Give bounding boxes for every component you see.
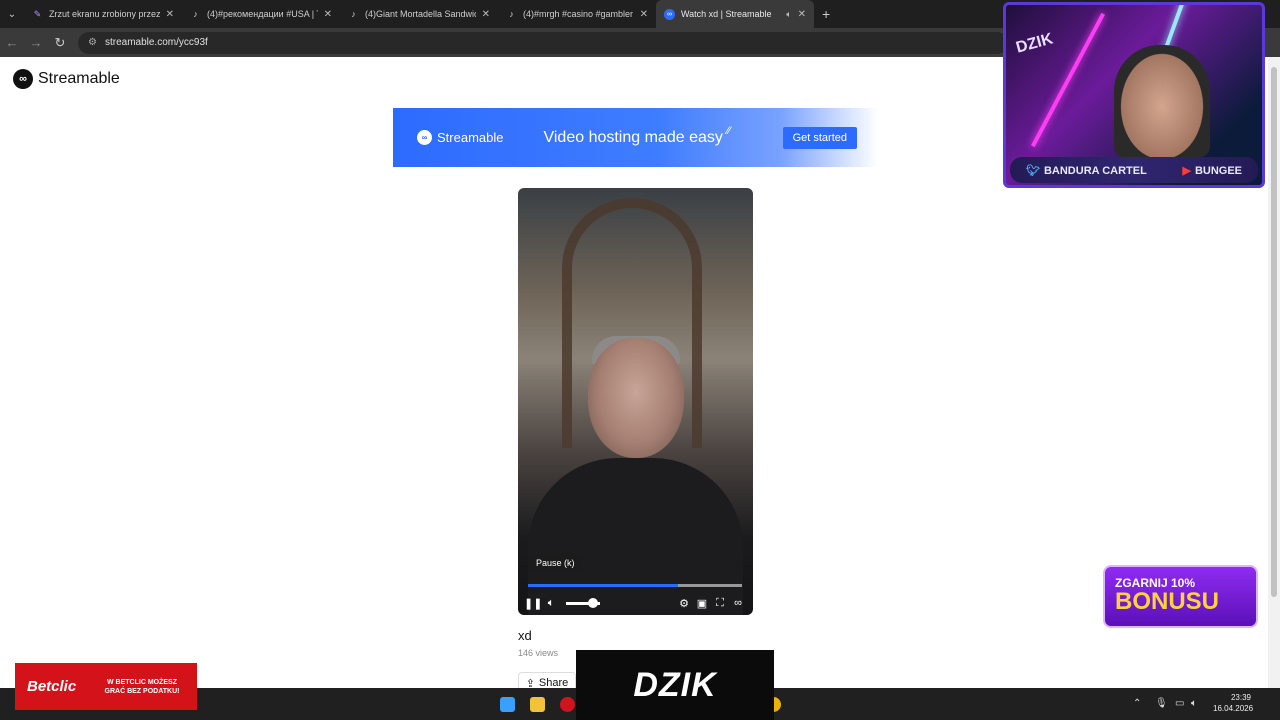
url-text: streamable.com/ycc93f [104, 37, 208, 48]
video-title: xd [518, 628, 532, 643]
pause-icon[interactable]: ❚❚ [524, 597, 542, 610]
tab-title: Watch xd | Streamable [681, 9, 772, 19]
picture-in-picture-icon[interactable]: ▣ [693, 597, 711, 610]
clock[interactable]: 23:39 16.04.2026 [1213, 692, 1254, 714]
share-label: Share [538, 677, 569, 688]
progress-fill [528, 584, 678, 587]
close-icon[interactable]: ✕ [798, 9, 806, 20]
streamer-figure [1114, 45, 1210, 157]
forward-icon[interactable]: → [24, 35, 48, 50]
betclic-logo: Betclic [27, 678, 77, 695]
bonus-line2: BONUSU [1115, 588, 1220, 615]
back-icon[interactable]: ← [0, 35, 24, 50]
streamable-logo-icon[interactable]: ∞ [729, 597, 747, 610]
video-player[interactable]: Pause (k) ❚❚ 🔈︎ ⚙ ▣ ⛶ ∞ [518, 188, 753, 615]
opera-icon[interactable] [560, 697, 575, 712]
tab-title: (4)Giant Mortadella Sandwich [365, 9, 476, 19]
close-icon[interactable]: ✕ [482, 9, 490, 20]
pen-icon: ✎ [33, 8, 42, 19]
volume-knob[interactable] [588, 597, 599, 608]
tab-3[interactable]: ♪ (4)Giant Mortadella Sandwich ✕ [340, 0, 498, 28]
file-explorer-icon[interactable] [530, 697, 545, 712]
tiktok-icon: ♪ [509, 9, 514, 19]
twitter-label: 🐦︎ BANDURA CARTEL [1026, 164, 1147, 177]
close-icon[interactable]: ✕ [166, 9, 174, 20]
streamable-icon: ∞ [664, 8, 675, 20]
tab-title: Zrzut ekranu zrobiony przez Lig [49, 9, 160, 19]
player-controls: ❚❚ 🔈︎ ⚙ ▣ ⛶ ∞ [518, 592, 753, 614]
page-scrollbar[interactable] [1268, 57, 1280, 688]
dzik-logo-text: DZIK [633, 665, 717, 704]
streamable-logo-icon: ∞ [417, 130, 432, 145]
get-started-button[interactable]: Get started [782, 127, 857, 149]
tab-title: (4)#рекомендации #USA | TikT [207, 9, 318, 19]
volume-icon[interactable]: 🔈︎ [542, 597, 560, 610]
social-bar: 🐦︎ BANDURA CARTEL ▶ BUNGEE [1010, 157, 1258, 183]
progress-bar[interactable] [528, 584, 742, 587]
microphone-icon[interactable]: 🎙︎ [1155, 698, 1168, 709]
pause-tooltip: Pause (k) [529, 554, 582, 572]
cam-logo: DZIK [1014, 30, 1055, 57]
tiktok-icon: ♪ [351, 9, 356, 19]
site-logo[interactable]: ∞ Streamable [13, 69, 120, 89]
clock-date: 16.04.2026 [1213, 704, 1254, 713]
fullscreen-icon[interactable]: ⛶ [711, 597, 729, 610]
promo-banner[interactable]: ∞ Streamable Video hosting made easy ⁄⁄ … [393, 108, 878, 167]
dzik-logo-overlay: DZIK [576, 650, 774, 720]
new-tab-button[interactable]: + [822, 6, 830, 22]
streamable-logo-icon: ∞ [13, 69, 33, 89]
tab-5-active[interactable]: ∞ Watch xd | Streamable 🔈︎ ✕ [656, 0, 814, 28]
tray-chevron-icon[interactable]: ⌃ [1133, 698, 1141, 709]
tab-title: (4)#mrgh #casino #gambler # [523, 9, 634, 19]
speaker-icon[interactable]: 🔈︎ [786, 9, 791, 20]
close-icon[interactable]: ✕ [324, 9, 332, 20]
stream-webcam-overlay: DZIK 🐦︎ BANDURA CARTEL ▶ BUNGEE [1003, 2, 1265, 188]
youtube-icon: ▶ [1182, 164, 1191, 177]
tab-4[interactable]: ♪ (4)#mrgh #casino #gambler # ✕ [498, 0, 656, 28]
tab-1[interactable]: ✎ Zrzut ekranu zrobiony przez Lig ✕ [24, 0, 182, 28]
youtube-label: ▶ BUNGEE [1182, 164, 1242, 177]
clock-time: 23:39 [1230, 693, 1251, 702]
reload-icon[interactable]: ↻ [48, 35, 72, 51]
betclic-ad-overlay: Betclic W BETCLIC MOŻESZ GRAĆ BEZ PODATK… [15, 663, 197, 710]
tiktok-icon: ♪ [193, 9, 198, 19]
video-frame-person-face [588, 338, 684, 458]
twitter-icon: 🐦︎ [1026, 164, 1040, 177]
sparkle-icon: ⁄⁄ [726, 124, 731, 137]
banner-tagline: Video hosting made easy [543, 128, 723, 146]
windows-start-icon[interactable] [500, 697, 515, 712]
bonus-overlay: ZGARNIJ 10% BONUSU [1103, 565, 1258, 628]
volume-slider[interactable] [566, 597, 600, 608]
site-info-icon[interactable]: ⚙ [88, 37, 97, 48]
betclic-promo-text: W BETCLIC MOŻESZ GRAĆ BEZ PODATKU! [104, 678, 180, 695]
banner-logo: ∞ Streamable [417, 130, 503, 145]
url-input[interactable]: ⚙ streamable.com/ycc93f [78, 31, 1008, 54]
view-count: 146 views [518, 648, 559, 658]
scrollbar-thumb[interactable] [1271, 67, 1277, 597]
tab-2[interactable]: ♪ (4)#рекомендации #USA | TikT ✕ [182, 0, 340, 28]
banner-brand: Streamable [437, 130, 504, 145]
close-icon[interactable]: ✕ [640, 9, 648, 20]
share-icon: ⇪ [525, 677, 535, 689]
share-button[interactable]: ⇪ Share [518, 672, 576, 688]
speaker-icon[interactable]: 🔈︎ [1191, 698, 1197, 709]
logo-text: Streamable [38, 70, 120, 87]
settings-icon[interactable]: ⚙ [675, 597, 693, 610]
tab-search-icon[interactable]: ⌄ [0, 0, 24, 28]
network-icon[interactable]: ▭ [1175, 698, 1184, 709]
